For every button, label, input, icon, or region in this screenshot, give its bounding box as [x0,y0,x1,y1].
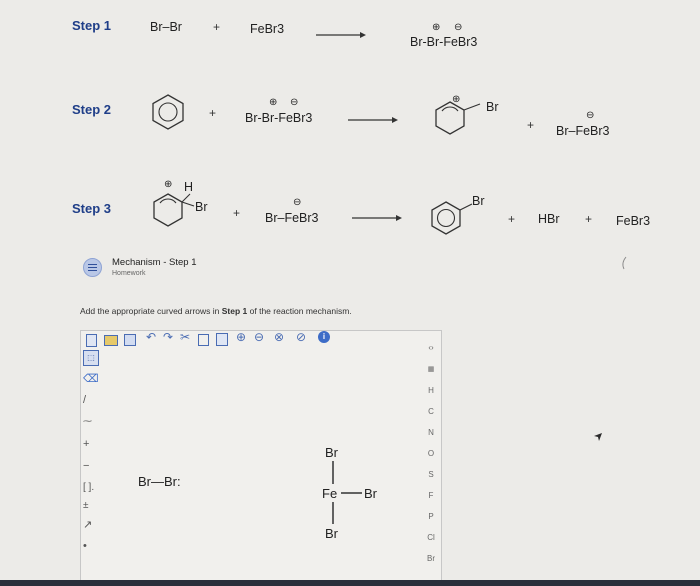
bottom-bar [0,580,700,586]
febr3-bonds [332,461,362,524]
mouse-pointer-icon [594,433,602,441]
